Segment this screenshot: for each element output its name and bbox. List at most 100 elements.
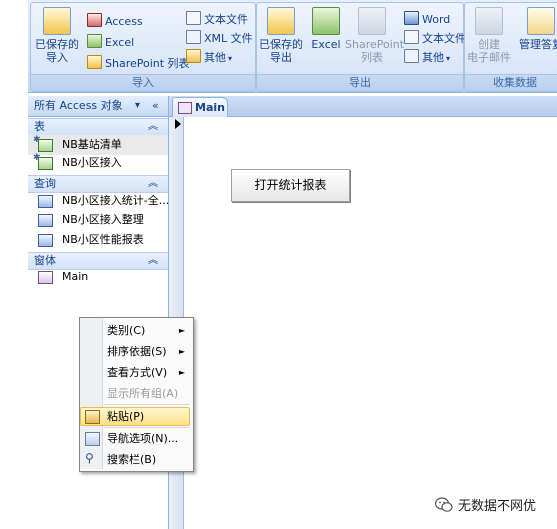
menu-item-category[interactable]: 类别(C) ► [81,321,191,340]
import-sharepoint-label: SharePoint 列表 [105,57,190,70]
menu-separator [104,404,190,405]
menu-item-label: 查看方式(V) [107,366,168,379]
create-email-icon [475,7,503,35]
import-group-label: 导入 [31,74,255,91]
export-other-icon [404,49,419,63]
import-text-label: 文本文件 [204,13,248,26]
dropdown-icon: ▾ [446,54,451,63]
nav-section-tables-label: 表 [34,120,45,133]
submenu-arrow-icon: ► [178,326,185,335]
nav-item-table[interactable]: ✱ NB基站清单 [28,135,168,155]
menu-item-view-by[interactable]: 查看方式(V) ► [81,363,191,382]
excel-icon [312,7,340,35]
manage-replies-icon [527,7,555,35]
export-sharepoint-label: SharePoint 列表 [345,38,405,64]
export-group: 已保存的 导出 Excel SharePoint 列表 Word 文本文件 其他… [256,2,466,92]
nav-section-tables[interactable]: 表 ︽ [28,118,168,136]
saved-import-label: 已保存的 导入 [35,38,79,64]
saved-export-label: 已保存的 导出 [259,38,303,64]
nav-item-label: Main [62,270,89,283]
nav-item-table[interactable]: ✱ NB小区接入 [28,153,168,173]
navigation-options-icon [85,432,100,446]
query-icon [38,234,53,247]
xml-file-icon [186,30,201,44]
tab-main-label: Main [195,101,225,114]
nav-item-form[interactable]: Main [28,267,168,287]
export-excel-button[interactable]: Excel [311,7,341,51]
manage-replies-label: 管理答复 [519,38,557,51]
create-email-label: 创建 电子邮件 [467,38,511,64]
current-record-arrow-icon [175,119,181,129]
import-xml-button[interactable]: XML 文件 [186,30,253,48]
wechat-logo-icon [435,497,453,512]
menu-item-label: 导航选项(N)... [107,432,179,445]
nav-item-query[interactable]: NB小区接入统计-全... [28,191,168,211]
nav-dropdown-icon[interactable]: ▾ [135,96,140,116]
export-word-button[interactable]: Word [404,11,450,29]
table-icon [38,139,53,152]
menu-item-show-all-groups[interactable]: 显示所有组(A) [81,384,191,403]
navigation-pane-title: 所有 Access 对象 [34,99,123,112]
sharepoint-icon [87,55,102,69]
menu-item-label: 排序依据(S) [107,345,167,358]
import-xml-label: XML 文件 [204,32,253,45]
nav-item-label: NB小区接入 [62,156,122,169]
form-icon [38,271,53,284]
menu-item-label: 粘贴(P) [107,410,145,423]
export-word-label: Word [422,13,451,26]
import-other-button[interactable]: 其他 ▾ [186,49,232,67]
import-access-button[interactable]: Access [87,13,143,31]
ribbon: 已保存的 导入 Access Excel SharePoint 列表 文本文件 … [28,0,557,93]
collect-data-group: 创建 电子邮件 管理答复 收集数据 [464,2,557,92]
nav-item-query[interactable]: NB小区性能报表 [28,230,168,250]
saved-export-button[interactable]: 已保存的 导出 [259,7,303,64]
menu-item-label: 搜索栏(B) [107,453,157,466]
watermark-text: 无数据不网优 [458,495,536,514]
open-report-button[interactable]: 打开统计报表 [231,169,350,202]
menu-item-paste[interactable]: 粘贴(P) [80,407,190,426]
nav-section-forms-label: 窗体 [34,254,56,267]
collect-data-group-label: 收集数据 [465,74,557,91]
menu-item-sort-by[interactable]: 排序依据(S) ► [81,342,191,361]
menu-item-search-bar[interactable]: ⚲ 搜索栏(B) [81,450,191,469]
export-other-label: 其他 [422,51,444,64]
export-text-button[interactable]: 文本文件 [404,30,466,48]
folder-icon [186,49,201,63]
export-sharepoint-button[interactable]: SharePoint 列表 [345,7,404,64]
text-file-icon [404,30,419,44]
manage-replies-button[interactable]: 管理答复 [515,7,557,51]
search-icon: ⚲ [85,451,94,465]
excel-icon [87,34,102,48]
paste-icon [85,410,100,424]
access-icon [87,13,102,27]
submenu-arrow-icon: ► [178,368,185,377]
nav-item-label: NB小区接入统计-全... [62,194,168,207]
nav-item-label: NB小区性能报表 [62,233,144,246]
menu-item-navigation-options[interactable]: 导航选项(N)... [81,429,191,448]
nav-item-label: NB基站清单 [62,138,122,151]
nav-item-query[interactable]: NB小区接入整理 [28,210,168,230]
query-icon [38,214,53,227]
import-sharepoint-button[interactable]: SharePoint 列表 [87,55,190,73]
nav-collapse-icon[interactable]: « [152,96,159,116]
dropdown-icon: ▾ [228,54,233,63]
import-excel-label: Excel [105,36,135,49]
form-canvas [169,117,557,529]
nav-section-queries-label: 查询 [34,177,56,190]
query-icon [38,195,53,208]
saved-export-icon [267,7,295,35]
export-group-label: 导出 [257,74,463,91]
import-excel-button[interactable]: Excel [87,34,134,52]
saved-import-icon [43,7,71,35]
import-text-button[interactable]: 文本文件 [186,11,248,29]
submenu-arrow-icon: ► [178,347,185,356]
export-excel-label: Excel [311,38,341,51]
export-other-button[interactable]: 其他 ▾ [404,49,450,67]
saved-import-button[interactable]: 已保存的 导入 [35,7,79,64]
navigation-pane-header[interactable]: 所有 Access 对象 ▾ « [28,96,168,117]
chevron-up-icon: ︽ [148,121,158,132]
nav-item-label: NB小区接入整理 [62,213,144,226]
create-email-button[interactable]: 创建 电子邮件 [467,7,511,64]
chevron-up-icon: ︽ [148,178,158,189]
tab-main[interactable]: Main [172,97,228,117]
